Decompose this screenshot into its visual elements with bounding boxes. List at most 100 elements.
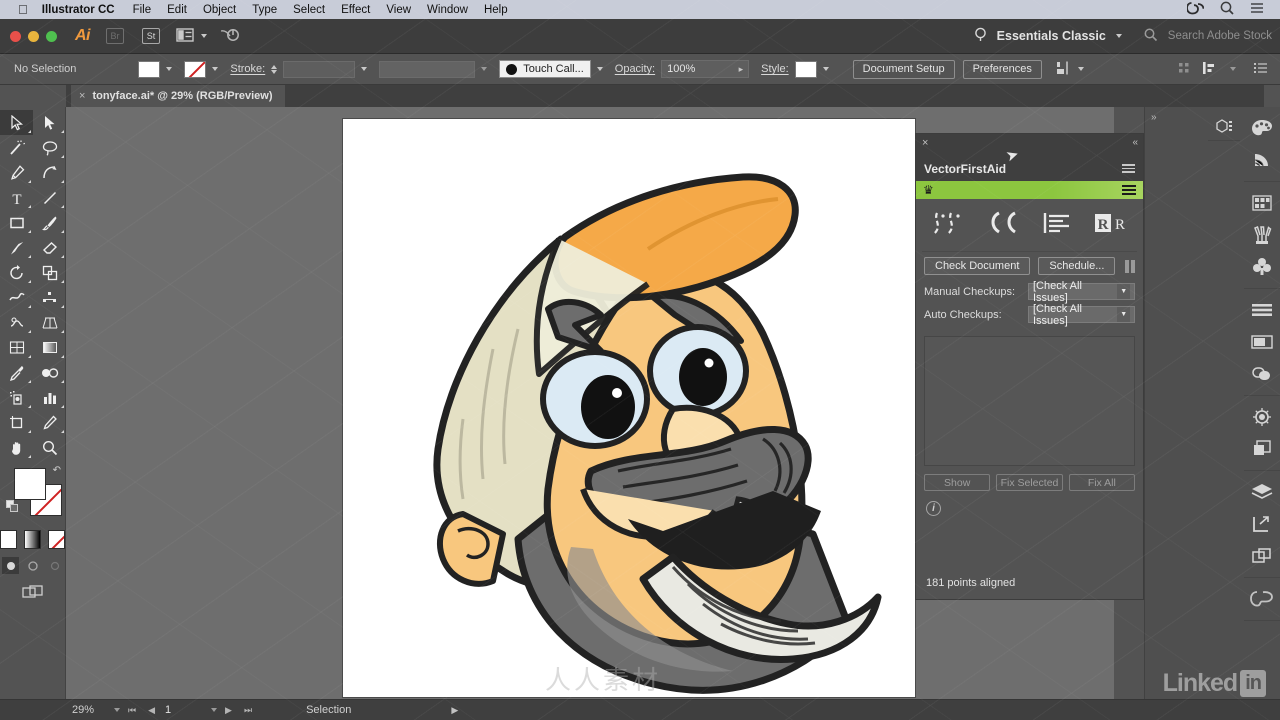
zoom-chevron-down-icon[interactable]	[114, 708, 120, 712]
line-segment-tool[interactable]	[33, 185, 66, 210]
zoom-tool[interactable]	[33, 435, 66, 460]
lasso-tool[interactable]	[33, 135, 66, 160]
brushes-panel-icon[interactable]	[1244, 219, 1280, 251]
preferences-button[interactable]: Preferences	[962, 59, 1042, 79]
auto-chevron-down-icon[interactable]: ▼	[1117, 307, 1130, 322]
color-panel-icon[interactable]	[1244, 112, 1280, 144]
menu-item-help[interactable]: Help	[484, 4, 508, 16]
menu-app-name[interactable]: Illustrator CC	[42, 4, 115, 16]
align-chevron-down-icon[interactable]	[1077, 67, 1084, 71]
menu-item-edit[interactable]: Edit	[167, 4, 187, 16]
manual-chevron-down-icon[interactable]: ▼	[1117, 284, 1130, 299]
eraser-tool[interactable]	[33, 235, 66, 260]
prev-artboard-icon[interactable]: ◀	[148, 705, 155, 716]
hand-tool[interactable]	[0, 435, 33, 460]
check-document-button[interactable]: Check Document	[924, 257, 1031, 275]
creative-cloud-icon[interactable]	[1186, 1, 1205, 18]
menu-item-type[interactable]: Type	[252, 4, 277, 16]
workspace-switcher[interactable]: Essentials Classic	[997, 29, 1106, 43]
dock-collapse-icon[interactable]: »	[1151, 112, 1156, 123]
asset-export-icon[interactable]	[1244, 540, 1280, 572]
brush-definition-select[interactable]: Touch Call...	[499, 60, 591, 78]
opacity-input[interactable]: 100% ▸	[661, 60, 750, 78]
stroke-weight-chevron-down-icon[interactable]	[361, 67, 368, 71]
pause-icon[interactable]	[1124, 259, 1135, 273]
style-label[interactable]: Style:	[761, 63, 789, 75]
eyedropper-tool[interactable]	[0, 360, 33, 385]
direct-selection-tool[interactable]	[33, 110, 66, 135]
magic-wand-tool[interactable]	[0, 135, 33, 160]
selection-tool[interactable]	[0, 110, 33, 135]
symbols-panel-icon[interactable]	[1244, 251, 1280, 283]
gradient-mode-button[interactable]	[24, 530, 41, 549]
menu-item-select[interactable]: Select	[293, 4, 325, 16]
mesh-tool[interactable]	[0, 335, 33, 360]
appearance-panel-icon[interactable]	[1244, 401, 1280, 433]
arrange-documents-button[interactable]	[174, 26, 196, 46]
auto-checkups-select[interactable]: [Check All Issues] ▼	[1028, 303, 1135, 327]
stroke-label[interactable]: Stroke:	[230, 63, 265, 75]
list-icon[interactable]	[1250, 2, 1264, 17]
panel-collapse-icon[interactable]: «	[1132, 137, 1137, 148]
color-guide-icon[interactable]	[1244, 144, 1280, 176]
blend-tool[interactable]	[33, 360, 66, 385]
clean-paths-icon[interactable]	[931, 210, 965, 241]
fill-chevron-down-icon[interactable]	[166, 67, 173, 71]
menu-item-window[interactable]: Window	[427, 4, 468, 16]
search-icon[interactable]	[1220, 1, 1234, 18]
fix-selected-button[interactable]: Fix Selected	[996, 474, 1063, 491]
document-setup-button[interactable]: Document Setup	[852, 59, 955, 79]
default-fill-stroke-icon[interactable]	[6, 500, 19, 513]
width-profile-chevron-down-icon[interactable]	[481, 67, 488, 71]
align-panel-icon[interactable]	[1244, 294, 1280, 326]
pathfinder-panel-icon[interactable]	[1244, 358, 1280, 390]
schedule-button[interactable]: Schedule...	[1038, 257, 1116, 275]
shaper-tool[interactable]	[0, 235, 33, 260]
stroke-weight-input[interactable]	[283, 60, 356, 78]
artboards-panel-icon[interactable]	[1244, 508, 1280, 540]
width-tool[interactable]	[0, 285, 33, 310]
artboard-tool[interactable]	[0, 410, 33, 435]
brush-chevron-down-icon[interactable]	[596, 67, 603, 71]
arrange-chevron-down-icon[interactable]	[201, 34, 207, 38]
maximize-window-button[interactable]	[46, 30, 57, 42]
opacity-expand-icon[interactable]: ▸	[739, 64, 744, 75]
search-adobe-stock-input[interactable]: Search Adobe Stock	[1168, 30, 1272, 42]
rotate-tool[interactable]	[0, 260, 33, 285]
grid-icon[interactable]	[1178, 62, 1190, 77]
close-icon[interactable]: ×	[79, 90, 85, 102]
graphic-style-swatch[interactable]	[794, 60, 817, 78]
zoom-level-input[interactable]: 29%	[72, 704, 114, 716]
panel-menu-icon[interactable]	[1122, 164, 1135, 173]
align-text-icon[interactable]	[1042, 211, 1072, 240]
style-chevron-down-icon[interactable]	[822, 67, 829, 71]
libraries-panel-icon[interactable]	[1244, 583, 1280, 615]
bridge-button[interactable]: Br	[104, 26, 126, 46]
dock-3d-panel-button[interactable]	[1208, 111, 1240, 141]
pen-tool[interactable]	[0, 160, 33, 185]
info-icon[interactable]: i	[926, 501, 941, 516]
banner-menu-icon[interactable]	[1122, 185, 1136, 195]
graphic-styles-icon[interactable]	[1244, 433, 1280, 465]
panel-banner[interactable]: ♛	[916, 181, 1143, 199]
symbol-sprayer-tool[interactable]	[0, 385, 33, 410]
window-controls[interactable]	[10, 30, 57, 42]
stroke-color-swatch[interactable]	[184, 60, 207, 78]
arrange-panel-chevron-down-icon[interactable]	[1230, 67, 1236, 71]
fill-color-swatch[interactable]	[138, 60, 161, 78]
change-screen-mode-button[interactable]	[0, 584, 65, 600]
manual-checkups-select[interactable]: [Check All Issues] ▼	[1028, 280, 1135, 304]
color-mode-button[interactable]	[0, 530, 17, 549]
none-mode-button[interactable]	[48, 530, 65, 549]
scale-tool[interactable]	[33, 260, 66, 285]
align-icon[interactable]	[1056, 61, 1072, 78]
next-artboard-icon[interactable]: ▶	[225, 705, 232, 716]
replace-font-icon[interactable]: RR	[1094, 211, 1128, 240]
transform-panel-icon[interactable]	[1244, 326, 1280, 358]
draw-behind-button[interactable]	[24, 557, 41, 574]
menu-item-effect[interactable]: Effect	[341, 4, 370, 16]
curvature-tool[interactable]	[33, 160, 66, 185]
minimize-window-button[interactable]	[28, 30, 39, 42]
fix-all-button[interactable]: Fix All	[1068, 474, 1135, 491]
artboard-chevron-down-icon[interactable]	[211, 708, 218, 712]
